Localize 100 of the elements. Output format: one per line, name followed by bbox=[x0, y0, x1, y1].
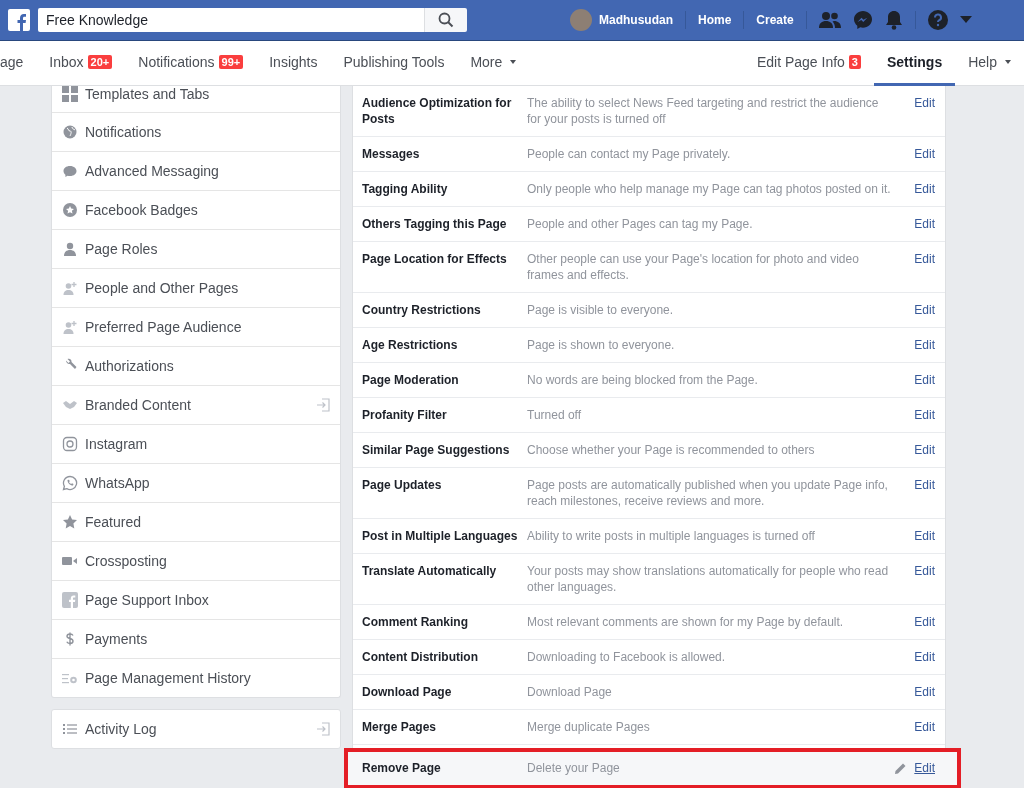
setting-row[interactable]: Page Moderation No words are being blocked from the Page. Edit bbox=[353, 363, 945, 398]
setting-row[interactable]: Merge Pages Merge duplicate Pages Edit bbox=[353, 710, 945, 745]
star-icon bbox=[62, 514, 78, 530]
person-icon bbox=[62, 241, 78, 257]
setting-description: Turned off bbox=[527, 407, 583, 423]
setting-row[interactable]: Age Restrictions Page is shown to everyone. Edit bbox=[353, 328, 945, 363]
setting-row[interactable]: Country Restrictions Page is visible to everyone. Edit bbox=[353, 293, 945, 328]
setting-description: Page is visible to everyone. bbox=[527, 302, 675, 318]
edit-link[interactable]: Edit bbox=[914, 407, 935, 423]
sidebar-item[interactable]: Notifications bbox=[52, 113, 340, 152]
setting-row[interactable]: Similar Page Suggestions Choose whether your Page is recommended to others Edit bbox=[353, 433, 945, 468]
setting-description: Your posts may show translations automatically for people who read other languages. bbox=[527, 563, 890, 595]
setting-name: Profanity Filter bbox=[362, 407, 448, 423]
setting-name: Post in Multiple Languages bbox=[362, 528, 519, 544]
sidebar-item[interactable]: Page Support Inbox bbox=[52, 581, 340, 620]
edit-link[interactable]: Edit bbox=[914, 528, 935, 544]
setting-description: Other people can use your Page's location for photo and video frames and effects. bbox=[527, 251, 860, 283]
sidebar-item[interactable]: Featured bbox=[52, 503, 340, 542]
setting-name: Messages bbox=[362, 146, 421, 162]
page-tab[interactable]: Publishing Tools bbox=[330, 41, 458, 86]
page-tab[interactable]: More bbox=[457, 41, 530, 86]
globe-icon bbox=[62, 124, 78, 140]
edit-link[interactable]: Edit bbox=[914, 760, 935, 776]
sidebar-item[interactable]: Templates and Tabs bbox=[52, 86, 340, 113]
edit-link[interactable]: Edit bbox=[914, 442, 935, 458]
setting-row[interactable]: Messages People can contact my Page privately. Edit bbox=[353, 137, 945, 172]
sidebar-item[interactable]: WhatsApp bbox=[52, 464, 340, 503]
page-tab[interactable]: Inbox 20+ bbox=[36, 41, 126, 86]
sidebar-item[interactable]: Preferred Page Audience bbox=[52, 308, 340, 347]
setting-row[interactable]: Content Distribution Downloading to Facebook is allowed. Edit bbox=[353, 640, 945, 675]
friends-icon[interactable] bbox=[818, 11, 841, 29]
sidebar-item[interactable]: Crossposting bbox=[52, 542, 340, 581]
setting-description: Ability to write posts in multiple languages is turned off bbox=[527, 528, 816, 544]
setting-name: Content Distribution bbox=[362, 649, 479, 665]
setting-row[interactable]: Translate Automatically Your posts may show translations automatically for people who read other languages. Edit bbox=[353, 554, 945, 605]
sidebar-item[interactable]: Page Management History bbox=[52, 659, 340, 697]
edit-link[interactable]: Edit bbox=[914, 216, 935, 232]
page-tab[interactable]: Notifications 99+ bbox=[125, 41, 257, 86]
setting-name: Country Restrictions bbox=[362, 302, 482, 318]
bell-icon[interactable] bbox=[884, 10, 903, 30]
sidebar-item[interactable]: Payments bbox=[52, 620, 340, 659]
count-badge: 99+ bbox=[218, 55, 244, 69]
sidebar-item[interactable]: People and Other Pages bbox=[52, 269, 340, 308]
help-icon[interactable] bbox=[927, 10, 948, 30]
exit-icon bbox=[316, 722, 330, 736]
edit-link[interactable]: Edit bbox=[914, 146, 935, 162]
search-field[interactable]: Free Knowledge bbox=[38, 8, 424, 32]
exit-icon bbox=[316, 398, 330, 412]
edit-link[interactable]: Edit bbox=[914, 302, 935, 318]
profile-link[interactable]: Madhusudan bbox=[570, 9, 673, 31]
setting-row[interactable]: Profanity Filter Turned off Edit bbox=[353, 398, 945, 433]
nav-link[interactable]: Home bbox=[698, 13, 732, 27]
setting-description: Merge duplicate Pages bbox=[527, 719, 651, 735]
edit-link[interactable]: Edit bbox=[914, 649, 935, 665]
setting-row[interactable]: Download Page Download Page Edit bbox=[353, 675, 945, 710]
edit-link[interactable]: Edit bbox=[914, 95, 935, 111]
setting-row[interactable]: Post in Multiple Languages Ability to write posts in multiple languages is turned off Edit bbox=[353, 519, 945, 554]
page-tab[interactable]: Insights bbox=[256, 41, 331, 86]
page-tab[interactable]: Help bbox=[955, 41, 1024, 86]
setting-name: Age Restrictions bbox=[362, 337, 459, 353]
caret-icon[interactable] bbox=[959, 16, 972, 24]
edit-link[interactable]: Edit bbox=[914, 337, 935, 353]
grid-icon bbox=[62, 86, 78, 102]
edit-link[interactable]: Edit bbox=[914, 477, 935, 493]
logo-icon[interactable] bbox=[8, 9, 30, 31]
setting-row[interactable]: Page Updates Page posts are automatically published when you update Page info, reach milestones, receive reviews and more. Edit bbox=[353, 468, 945, 519]
setting-description: Only people who help manage my Page can tag photos posted on it. bbox=[527, 181, 892, 197]
edit-link[interactable]: Edit bbox=[914, 614, 935, 630]
setting-description: People and other Pages can tag my Page. bbox=[527, 216, 754, 232]
setting-row[interactable]: Page Location for Effects Other people can use your Page's location for photo and video frames and effects. Edit bbox=[353, 242, 945, 293]
sidebar-item[interactable]: Advanced Messaging bbox=[52, 152, 340, 191]
highlighted-setting-row[interactable]: Remove Page Delete your Page Edit bbox=[347, 751, 958, 786]
pencil-icon bbox=[895, 763, 907, 774]
sidebar-item[interactable]: Page Roles bbox=[52, 230, 340, 269]
setting-name: Tagging Ability bbox=[362, 181, 449, 197]
sidebar-item[interactable]: Facebook Badges bbox=[52, 191, 340, 230]
sidebar-item[interactable]: Authorizations bbox=[52, 347, 340, 386]
page-tab[interactable]: age bbox=[0, 41, 37, 86]
count-badge: 3 bbox=[848, 55, 861, 69]
setting-row[interactable]: Comment Ranking Most relevant comments are shown for my Page by default. Edit bbox=[353, 605, 945, 640]
edit-link[interactable]: Edit bbox=[914, 372, 935, 388]
setting-row[interactable]: Others Tagging this Page People and other Pages can tag my Page. Edit bbox=[353, 207, 945, 242]
edit-link[interactable]: Edit bbox=[914, 684, 935, 700]
messenger-icon[interactable] bbox=[852, 10, 873, 30]
setting-row[interactable]: Tagging Ability Only people who help manage my Page can tag photos posted on it. Edit bbox=[353, 172, 945, 207]
setting-name: Page Location for Effects bbox=[362, 251, 508, 267]
sidebar-item[interactable]: Branded Content bbox=[52, 386, 340, 425]
sidebar-item[interactable]: Activity Log bbox=[52, 710, 340, 748]
setting-description: Page posts are automatically published when you update Page info, reach milestones, receive reviews and more. bbox=[527, 477, 889, 509]
caret-icon bbox=[1005, 60, 1011, 64]
page-tab[interactable]: Edit Page Info 3 bbox=[743, 41, 874, 86]
phone-bubble-icon bbox=[62, 475, 78, 491]
nav-link[interactable]: Create bbox=[756, 13, 794, 27]
edit-link[interactable]: Edit bbox=[914, 251, 935, 267]
search-button[interactable] bbox=[424, 8, 467, 32]
sidebar-item[interactable]: Instagram bbox=[52, 425, 340, 464]
edit-link[interactable]: Edit bbox=[914, 181, 935, 197]
edit-link[interactable]: Edit bbox=[914, 719, 935, 735]
setting-row[interactable]: Audience Optimization for Posts The ability to select News Feed targeting and restrict the audience for your posts is turned off Edit bbox=[353, 86, 945, 137]
edit-link[interactable]: Edit bbox=[914, 563, 935, 579]
